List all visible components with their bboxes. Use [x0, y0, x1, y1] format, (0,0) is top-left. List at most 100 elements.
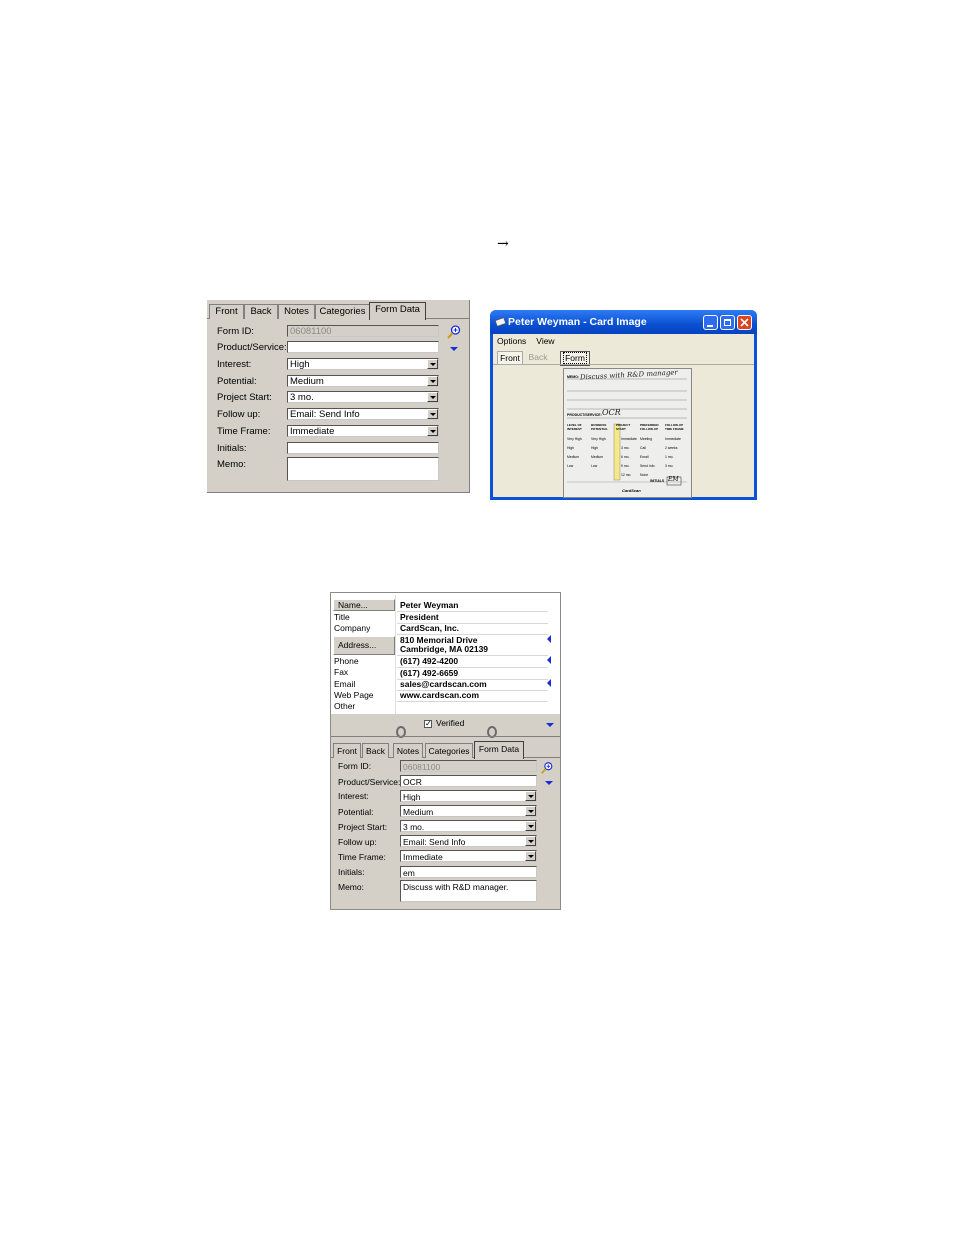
web-page-value[interactable]: www.cardscan.com [400, 690, 479, 700]
expand-arrow-icon[interactable] [545, 781, 553, 785]
time-frame-select[interactable]: Immediate [287, 425, 439, 437]
card-col-4: Meeting Call Email Send Info None [640, 435, 655, 480]
dropdown-arrow-icon[interactable] [427, 409, 438, 419]
phone-value[interactable]: (617) 492-4200 [400, 656, 458, 666]
dropdown-arrow-icon[interactable] [525, 806, 536, 816]
tab-notes[interactable]: Notes [393, 743, 423, 758]
tab-form-data[interactable]: Form Data [474, 741, 524, 759]
time-frame-select[interactable]: Immediate [400, 850, 537, 862]
potential-select[interactable]: Medium [287, 375, 439, 387]
memo-field[interactable]: Discuss with R&D manager. [400, 880, 537, 902]
initials-label: Initials: [217, 443, 247, 454]
dropdown-arrow-icon[interactable] [427, 392, 438, 402]
maximize-button[interactable] [720, 315, 735, 330]
card-option: 3 mo. [665, 464, 674, 468]
tab-front[interactable]: Front [497, 351, 523, 365]
title-label: Title [334, 612, 350, 622]
interest-select[interactable]: High [287, 358, 439, 370]
tab-front[interactable]: Front [333, 743, 361, 758]
product-service-field[interactable]: OCR [400, 775, 537, 787]
project-start-value: 3 mo. [403, 822, 425, 832]
dropdown-arrow-icon[interactable] [427, 359, 438, 369]
email-value[interactable]: sales@cardscan.com [400, 679, 487, 689]
expand-arrow-icon[interactable] [450, 347, 458, 351]
scanned-card-image: MEMO: Discuss with R&D manager PRODUCT/S… [563, 368, 692, 498]
memo-field[interactable] [287, 457, 439, 481]
phone-expand-icon[interactable] [547, 656, 551, 664]
dropdown-arrow-icon[interactable] [427, 376, 438, 386]
tab-back[interactable]: Back [244, 304, 278, 319]
dropdown-arrow-icon[interactable] [525, 836, 536, 846]
card-option: Medium [591, 455, 604, 459]
tab-categories[interactable]: Categories [425, 743, 473, 758]
form-id-field: 06081100 [287, 325, 439, 337]
product-service-label: Product/Service: [217, 342, 287, 353]
address-line-2[interactable]: Cambridge, MA 02139 [400, 644, 488, 654]
card-col-2: Very High High Medium Low [591, 435, 606, 471]
card-col-3: Immediate 3 mo. 6 mo. 9 mo. 12 mo. [621, 435, 637, 480]
name-value[interactable]: Peter Weyman [400, 600, 458, 610]
potential-select[interactable]: Medium [400, 805, 537, 817]
column-divider [395, 595, 396, 714]
card-col-head-5: FOLLOW-UP TIME FRAME [665, 423, 684, 431]
potential-value: Medium [403, 807, 434, 817]
project-start-select[interactable]: 3 mo. [287, 391, 439, 403]
tab-form-data[interactable]: Form Data [369, 302, 426, 320]
address-button[interactable]: Address... [333, 636, 395, 655]
title-value[interactable]: President [400, 612, 439, 622]
follow-up-label: Follow up: [217, 409, 261, 420]
minimize-icon [707, 325, 713, 327]
time-frame-label: Time Frame: [217, 426, 271, 437]
product-service-field[interactable] [287, 341, 439, 353]
interest-label: Interest: [217, 359, 252, 370]
interest-select[interactable]: High [400, 790, 537, 802]
other-label: Other [334, 701, 356, 711]
name-button[interactable]: Name... [333, 599, 395, 611]
tab-divider [493, 364, 754, 365]
time-frame-label: Time Frame: [338, 852, 386, 862]
close-button[interactable] [737, 315, 752, 330]
initials-field[interactable] [287, 442, 439, 454]
menu-options[interactable]: Options [497, 336, 526, 346]
dropdown-arrow-icon[interactable] [525, 821, 536, 831]
address-expand-icon[interactable] [547, 635, 551, 643]
window-title: Peter Weyman - Card Image [508, 316, 647, 328]
project-start-select[interactable]: 3 mo. [400, 820, 537, 832]
follow-up-value: Email: Send Info [403, 837, 466, 847]
zoom-icon[interactable] [446, 324, 462, 340]
initials-field[interactable]: em [400, 866, 537, 878]
tab-front[interactable]: Front [209, 304, 244, 319]
window-body: Options View Front Back Form MEMO: Discus… [493, 334, 754, 498]
card-option: 12 mo. [621, 473, 632, 477]
verified-checkbox[interactable]: ✓ [424, 720, 432, 728]
email-expand-icon[interactable] [547, 679, 551, 687]
tab-back[interactable]: Back [526, 351, 550, 364]
dropdown-arrow-icon[interactable] [427, 426, 438, 436]
card-option: 9 mo. [621, 464, 630, 468]
company-value[interactable]: CardScan, Inc. [400, 623, 459, 633]
tab-back[interactable]: Back [362, 743, 389, 758]
tab-notes[interactable]: Notes [278, 304, 315, 319]
card-col-head-2: BUSINESS POTENTIAL [591, 423, 608, 431]
dropdown-arrow-icon[interactable] [525, 791, 536, 801]
follow-up-select[interactable]: Email: Send Info [287, 408, 439, 420]
minimize-button[interactable] [703, 315, 718, 330]
dropdown-arrow-icon[interactable] [525, 851, 536, 861]
menu-view[interactable]: View [536, 336, 554, 346]
card-col-1: Very High High Medium Low [567, 435, 582, 471]
card-option: Medium [567, 455, 580, 459]
time-frame-value: Immediate [290, 426, 335, 437]
maximize-icon [724, 319, 731, 326]
expand-arrow-icon[interactable] [546, 723, 554, 727]
fax-value[interactable]: (617) 492-6659 [400, 668, 458, 678]
contact-panel: Name... Peter Weyman Title President Com… [330, 592, 561, 910]
card-option: Immediate [621, 437, 637, 441]
window-titlebar[interactable]: Peter Weyman - Card Image [490, 310, 757, 334]
follow-up-select[interactable]: Email: Send Info [400, 835, 537, 847]
zoom-icon[interactable] [540, 761, 554, 775]
card-option: High [567, 446, 574, 450]
card-image-window: Peter Weyman - Card Image Options View Fr… [490, 310, 757, 500]
tab-categories[interactable]: Categories [315, 304, 370, 319]
card-initials-label: INITIALS [650, 479, 665, 483]
card-app-icon [495, 317, 506, 327]
